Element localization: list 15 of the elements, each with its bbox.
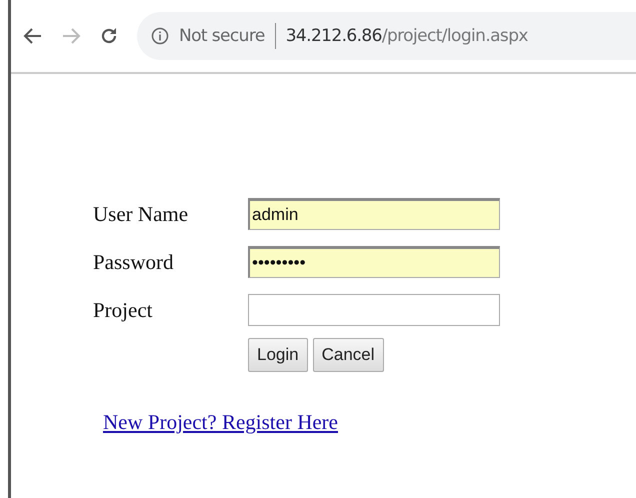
register-link[interactable]: New Project? Register Here <box>103 410 338 435</box>
form-button[interactable]: Cancel <box>312 338 384 372</box>
field-label: Password <box>93 250 175 274</box>
url-text[interactable]: 34.212.6.86/project/login.aspx <box>286 26 528 46</box>
input-field[interactable]: admin <box>248 198 500 230</box>
input-field[interactable] <box>248 294 500 326</box>
form-button[interactable]: Login <box>248 338 308 372</box>
back-icon[interactable] <box>23 27 43 45</box>
input-field[interactable]: ••••••••• <box>248 246 500 278</box>
reload-icon[interactable] <box>99 26 119 46</box>
field-label: Project <box>93 298 154 322</box>
info-icon[interactable] <box>151 27 169 45</box>
security-label: Not secure <box>179 26 265 46</box>
address-bar[interactable]: Not secure 34.212.6.86/project/login.aspx <box>137 12 636 60</box>
field-label: User Name <box>93 202 190 226</box>
